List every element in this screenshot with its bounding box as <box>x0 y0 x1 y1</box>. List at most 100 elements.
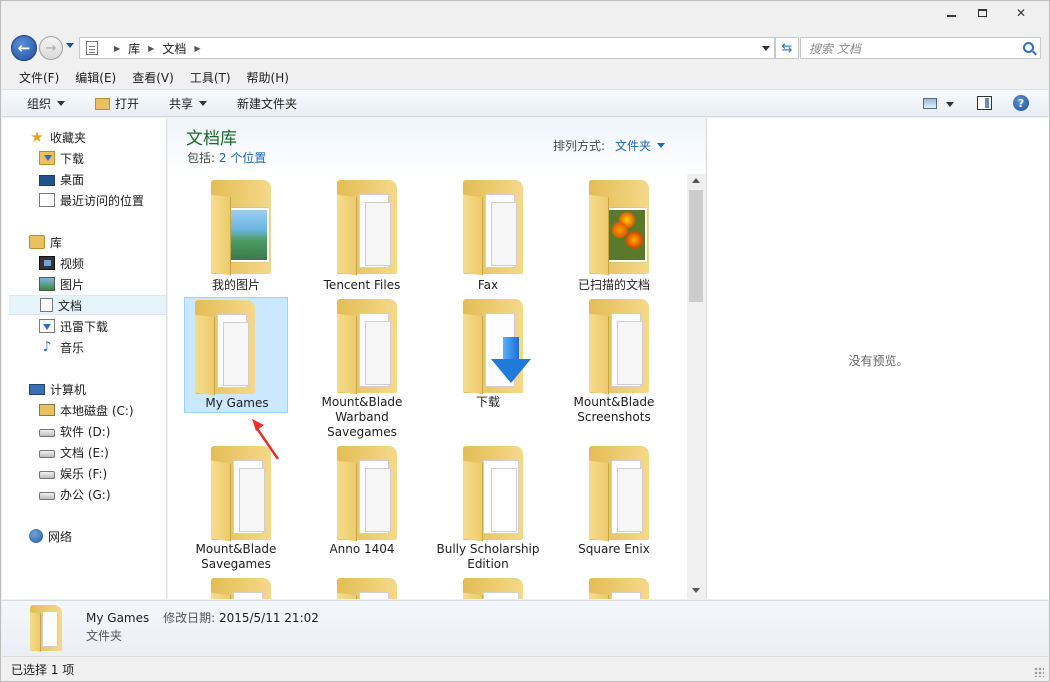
includes-label: 包括: <box>187 151 216 165</box>
folder-item[interactable]: Mount&Blade Warband Savegames <box>310 297 414 439</box>
refresh-button[interactable]: ⇆ <box>775 37 799 59</box>
search-placeholder: 搜索 文档 <box>809 41 861 56</box>
nav-label: 文档 <box>58 298 83 313</box>
nav-computer[interactable]: 计算机 <box>29 379 86 399</box>
menu-view[interactable]: 查看(V) <box>124 67 182 87</box>
nav-label: 视频 <box>60 256 85 271</box>
search-icon[interactable] <box>1023 42 1034 53</box>
computer-icon <box>29 383 45 395</box>
nav-desktop[interactable]: 桌面 <box>39 169 84 189</box>
nav-label: 计算机 <box>50 382 87 397</box>
nav-drive-e[interactable]: 文档 (E:) <box>39 442 109 462</box>
scroll-down-icon[interactable] <box>692 588 700 593</box>
modified-date-value: 2015/5/11 21:02 <box>218 611 319 625</box>
selected-folder-icon <box>30 605 62 652</box>
pictures-icon <box>39 277 55 291</box>
nav-pictures[interactable]: 图片 <box>39 274 84 294</box>
breadcrumb-chevron-icon[interactable]: ▶ <box>114 44 120 53</box>
menu-help[interactable]: 帮助(H) <box>239 67 297 87</box>
folder-label: Fax <box>477 278 499 292</box>
nav-xunlei-downloads[interactable]: 迅雷下载 <box>39 316 108 336</box>
nav-drive-f[interactable]: 娱乐 (F:) <box>39 463 107 483</box>
folder-label: Tencent Files <box>323 278 401 292</box>
folder-item-selected[interactable]: My Games <box>184 297 288 413</box>
documents-icon <box>40 298 53 312</box>
nav-label: 文档 (E:) <box>60 445 109 460</box>
back-button[interactable]: ← <box>11 35 37 61</box>
explorer-window: ✕ ← → ▶ 库 ▶ 文档 ▶ ⇆ 搜索 文档 文件(F) 编辑(E) 查看(… <box>0 0 1050 682</box>
new-folder-button[interactable]: 新建文件夹 <box>237 95 297 112</box>
address-row: ← → ▶ 库 ▶ 文档 ▶ ⇆ 搜索 文档 <box>9 34 1043 62</box>
view-options-dropdown-icon[interactable] <box>946 102 954 107</box>
scroll-up-icon[interactable] <box>692 178 700 183</box>
folder-label: Mount&Blade Savegames <box>195 542 277 571</box>
arrange-by-dropdown[interactable]: 文件夹 <box>615 137 666 154</box>
recent-pages-dropdown-icon[interactable] <box>66 43 74 48</box>
nav-recent[interactable]: 最近访问的位置 <box>39 190 144 210</box>
menu-tools[interactable]: 工具(T) <box>182 67 239 87</box>
vertical-scrollbar[interactable] <box>687 174 705 599</box>
nav-libraries[interactable]: 库 <box>29 232 62 252</box>
maximize-button[interactable] <box>969 3 995 23</box>
resize-grip-icon[interactable] <box>1034 667 1044 677</box>
nav-drive-d[interactable]: 软件 (D:) <box>39 421 110 441</box>
content-pane: 文档库 包括: 2 个位置 排列方式: 文件夹 我的图片 Tencent Fil… <box>168 118 705 599</box>
hard-drive-icon <box>39 450 55 458</box>
desktop-icon <box>39 174 55 186</box>
organize-button[interactable]: 组织 <box>27 95 66 112</box>
search-input[interactable]: 搜索 文档 <box>800 37 1041 59</box>
folder-item[interactable]: Mount&Blade Savegames <box>184 446 288 576</box>
breadcrumb-libraries[interactable]: 库 <box>128 40 140 57</box>
folder-item[interactable]: 我的图片 <box>184 180 288 296</box>
folder-item[interactable]: Square Enix <box>562 446 666 562</box>
folder-item[interactable]: 下载 <box>436 297 540 413</box>
folder-item[interactable]: Fax <box>436 180 540 296</box>
menu-file[interactable]: 文件(F) <box>11 67 67 87</box>
folder-item-partial[interactable] <box>310 578 414 599</box>
folder-item-partial[interactable] <box>436 578 540 599</box>
nav-music[interactable]: ♪ 音乐 <box>39 337 84 357</box>
downloads-folder-icon <box>463 299 531 395</box>
videos-icon <box>39 256 55 270</box>
open-label: 打开 <box>115 97 140 111</box>
breadcrumb-chevron-icon[interactable]: ▶ <box>194 44 200 53</box>
locations-link[interactable]: 2 个位置 <box>219 151 266 165</box>
scroll-thumb[interactable] <box>689 190 703 302</box>
hard-drive-icon <box>39 492 55 500</box>
address-bar[interactable]: ▶ 库 ▶ 文档 ▶ <box>79 37 775 59</box>
nav-drive-g[interactable]: 办公 (G:) <box>39 484 111 504</box>
folder-item[interactable]: Mount&Blade Screenshots <box>562 297 666 427</box>
nav-documents[interactable]: 文档 <box>9 295 166 315</box>
share-button[interactable]: 共享 <box>169 95 208 112</box>
nav-videos[interactable]: 视频 <box>39 253 84 273</box>
forward-button[interactable]: → <box>39 36 63 60</box>
folder-label: Anno 1404 <box>329 542 395 556</box>
breadcrumb-chevron-icon[interactable]: ▶ <box>148 44 154 53</box>
change-view-icon[interactable] <box>923 98 937 109</box>
breadcrumb-documents[interactable]: 文档 <box>162 40 186 57</box>
folder-item[interactable]: Bully Scholarship Edition <box>436 446 540 576</box>
nav-downloads[interactable]: 下载 <box>39 148 84 168</box>
menu-edit[interactable]: 编辑(E) <box>67 67 124 87</box>
open-button[interactable]: 打开 <box>95 95 139 112</box>
help-icon[interactable]: ? <box>1013 95 1029 111</box>
nav-favorites[interactable]: ★ 收藏夹 <box>29 127 86 147</box>
folder-label: 下载 <box>475 395 500 409</box>
preview-pane-toggle-icon[interactable] <box>977 96 992 110</box>
folder-item-partial[interactable] <box>562 578 666 599</box>
navigation-pane: ★ 收藏夹 下载 桌面 最近访问的位置 库 视频 图片 文档 迅雷下载 ♪ 音乐 计… <box>2 118 167 599</box>
folder-item[interactable]: Tencent Files <box>310 180 414 296</box>
folder-item[interactable]: Anno 1404 <box>310 446 414 562</box>
minimize-button[interactable] <box>938 3 964 23</box>
nav-label: 娱乐 (F:) <box>60 466 108 481</box>
nav-label: 办公 (G:) <box>60 487 111 502</box>
nav-drive-c[interactable]: 本地磁盘 (C:) <box>39 400 134 420</box>
close-button[interactable]: ✕ <box>997 3 1045 23</box>
folder-item[interactable]: 已扫描的文档 <box>562 180 666 296</box>
address-history-dropdown-icon[interactable] <box>762 46 770 51</box>
new-folder-label: 新建文件夹 <box>237 97 298 111</box>
folder-icon <box>589 578 649 599</box>
folder-item-partial[interactable] <box>184 578 288 599</box>
nav-network[interactable]: 网络 <box>29 526 72 546</box>
title-bar: ✕ <box>1 1 1049 29</box>
